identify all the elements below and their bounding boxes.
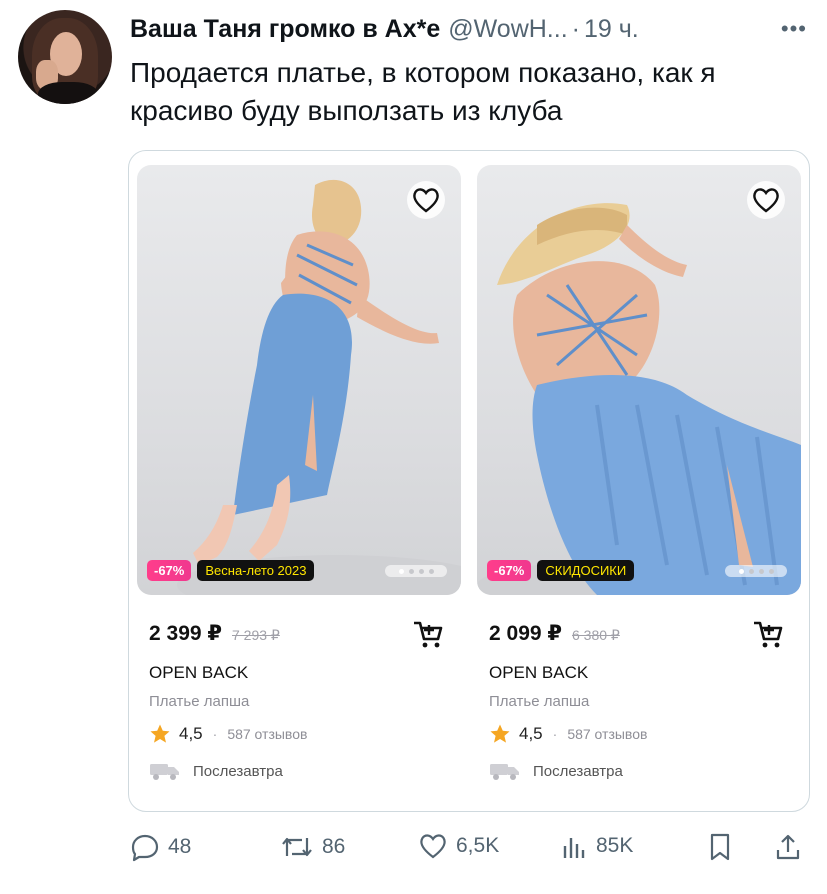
star-icon bbox=[490, 724, 510, 743]
price: 2 099 ₽ bbox=[489, 622, 562, 645]
product-brand: OPEN BACK bbox=[489, 663, 589, 682]
rating-row: 4,5 · 587 отзывов bbox=[149, 723, 307, 745]
rating-separator: · bbox=[212, 726, 218, 742]
discount-badge: -67% bbox=[147, 560, 192, 581]
separator: · bbox=[571, 14, 580, 43]
photo-pager[interactable] bbox=[725, 565, 787, 577]
share-button[interactable] bbox=[774, 832, 802, 862]
rating-value: 4,5 bbox=[519, 724, 543, 743]
price: 2 399 ₽ bbox=[149, 622, 222, 645]
dress-photo-illustration bbox=[177, 179, 461, 595]
rating-value: 4,5 bbox=[179, 724, 203, 743]
product-card[interactable]: -67% Весна-лето 2023 2 399 ₽ 7 293 ₽ OPE… bbox=[137, 165, 461, 805]
truck-icon bbox=[490, 764, 519, 780]
tweet-time[interactable]: 19 ч. bbox=[584, 15, 639, 44]
discount-badge: -67% bbox=[487, 560, 532, 581]
old-price: 7 293 ₽ bbox=[232, 627, 280, 643]
product-brand: OPEN BACK bbox=[149, 663, 249, 682]
price-row: 2 399 ₽ 7 293 ₽ bbox=[149, 621, 449, 651]
product-name: Платье лапша bbox=[149, 693, 250, 710]
product-card[interactable]: -67% СКИДОСИКИ 2 099 ₽ 6 380 ₽ OPEN BACK… bbox=[477, 165, 801, 805]
author-avatar[interactable] bbox=[18, 10, 112, 104]
product-badges: -67% СКИДОСИКИ bbox=[487, 560, 635, 581]
promo-badge: СКИДОСИКИ bbox=[537, 560, 635, 581]
like-button[interactable]: 6,5K bbox=[418, 832, 499, 860]
like-count: 6,5K bbox=[456, 834, 500, 857]
tweet-media[interactable]: -67% Весна-лето 2023 2 399 ₽ 7 293 ₽ OPE… bbox=[128, 150, 810, 812]
reviews-count[interactable]: 587 отзывов bbox=[227, 726, 307, 742]
old-price: 6 380 ₽ bbox=[572, 627, 620, 643]
tweet-text: Продается платье, в котором показано, ка… bbox=[130, 57, 716, 126]
add-to-cart-icon[interactable] bbox=[751, 617, 785, 651]
delivery-row: Послезавтра bbox=[149, 761, 283, 781]
tweet-header: Ваша Таня громко в Ах*е @WowH... · 19 ч.… bbox=[130, 12, 807, 46]
product-name: Платье лапша bbox=[489, 693, 590, 710]
rating-row: 4,5 · 587 отзывов bbox=[489, 723, 647, 745]
promo-badge: Весна-лето 2023 bbox=[197, 560, 315, 581]
heart-icon bbox=[420, 834, 446, 859]
bookmark-button[interactable] bbox=[708, 832, 732, 862]
truck-icon bbox=[150, 764, 179, 780]
heart-icon bbox=[753, 188, 779, 213]
rating-separator: · bbox=[552, 726, 558, 742]
views-icon bbox=[563, 838, 585, 858]
retweet-button[interactable]: 86 bbox=[280, 832, 345, 862]
bookmark-icon bbox=[710, 833, 730, 861]
favorite-button[interactable] bbox=[747, 181, 785, 219]
product-badges: -67% Весна-лето 2023 bbox=[147, 560, 315, 581]
delivery-date: Послезавтра bbox=[533, 762, 623, 780]
author-name[interactable]: Ваша Таня громко в Ах*е bbox=[130, 15, 440, 44]
reply-button[interactable]: 48 bbox=[130, 832, 191, 862]
star-icon bbox=[150, 724, 170, 743]
author-handle[interactable]: @WowH... bbox=[448, 15, 567, 44]
reviews-count[interactable]: 587 отзывов bbox=[567, 726, 647, 742]
dress-photo-illustration bbox=[477, 203, 801, 595]
delivery-date: Послезавтра bbox=[193, 762, 283, 780]
retweet-count: 86 bbox=[322, 835, 346, 858]
tweet-actions: 48 86 6,5K 85K bbox=[130, 832, 810, 868]
reply-count: 48 bbox=[168, 835, 192, 858]
views-button[interactable]: 85K bbox=[562, 832, 633, 860]
more-options-icon[interactable]: ••• bbox=[781, 16, 807, 42]
reply-icon bbox=[131, 834, 159, 862]
price-row: 2 099 ₽ 6 380 ₽ bbox=[489, 621, 789, 651]
product-photo[interactable]: -67% СКИДОСИКИ bbox=[477, 165, 801, 595]
product-photo[interactable]: -67% Весна-лето 2023 bbox=[137, 165, 461, 595]
share-icon bbox=[776, 834, 800, 860]
retweet-icon bbox=[282, 837, 312, 857]
add-to-cart-icon[interactable] bbox=[411, 617, 445, 651]
views-count: 85K bbox=[596, 834, 634, 857]
delivery-row: Послезавтра bbox=[489, 761, 623, 781]
photo-pager[interactable] bbox=[385, 565, 447, 577]
favorite-button[interactable] bbox=[407, 181, 445, 219]
heart-icon bbox=[413, 188, 439, 213]
